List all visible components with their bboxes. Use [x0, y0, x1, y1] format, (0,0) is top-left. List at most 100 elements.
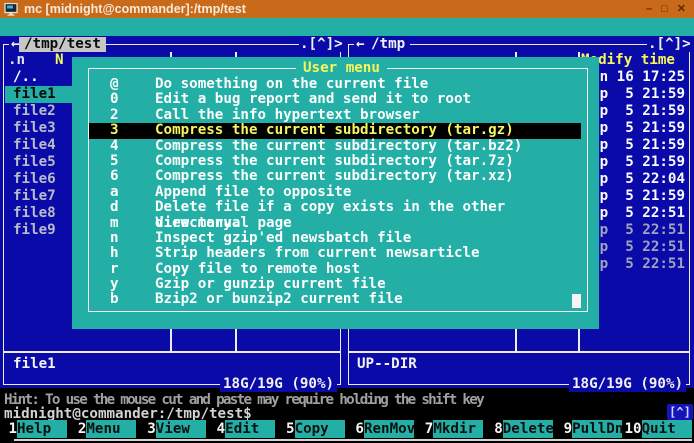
window-titlebar[interactable]: mc [midnight@commander]:/tmp/test – □ ✕	[0, 0, 694, 18]
user-menu-hotkey: 4	[110, 139, 155, 154]
left-panel-ministatus-separator	[4, 351, 340, 353]
user-menu-label: Compress the current subdirectory (tar.x…	[155, 169, 514, 184]
left-panel-ministatus: file1	[13, 356, 56, 372]
function-key-label: Delete	[503, 420, 553, 438]
terminal-icon	[4, 3, 18, 16]
function-key-number: 8	[486, 420, 503, 438]
user-menu-item[interactable]: h Strip headers from current newsarticle	[89, 246, 581, 261]
mtime-cell[interactable]: p 5 22:51	[599, 222, 685, 239]
function-key-label: Menu	[86, 420, 136, 438]
function-key-number: 9	[555, 420, 572, 438]
mtime-cell[interactable]: p 5 21:59	[599, 137, 685, 154]
function-key-label: RenMov	[364, 420, 414, 438]
function-key-label: PullDn	[572, 420, 622, 438]
user-menu-item[interactable]: d Delete file if a copy exists in the ot…	[89, 200, 581, 215]
user-menu-hotkey: y	[110, 277, 155, 292]
mtime-cell[interactable]: p 5 22:51	[599, 239, 685, 256]
mtime-cell[interactable]: p 5 22:51	[599, 205, 685, 222]
left-panel-sort-marker[interactable]: .n	[8, 52, 25, 68]
minimize-button[interactable]: –	[646, 1, 652, 17]
user-menu-hotkey: r	[110, 262, 155, 277]
mtime-cell[interactable]: p 5 21:59	[599, 86, 685, 103]
function-key-button[interactable]: 3 View	[139, 420, 208, 438]
user-menu-item[interactable]: 6 Compress the current subdirectory (tar…	[89, 169, 581, 184]
user-menu-label: Compress the current subdirectory (tar.7…	[155, 154, 514, 169]
user-menu-hotkey: 0	[110, 92, 155, 107]
function-key-number: 10	[625, 420, 642, 438]
user-menu-item[interactable]: 2 Call the info hypertext browser	[89, 108, 581, 123]
left-panel-name-header[interactable]: N	[55, 52, 64, 68]
window-title: mc [midnight@commander]:/tmp/test	[24, 2, 246, 16]
function-key-button[interactable]: 7 Mkdir	[416, 420, 485, 438]
function-key-number: 3	[139, 420, 156, 438]
function-key-button[interactable]: 5 Copy	[278, 420, 347, 438]
function-key-button[interactable]: 10 Quit	[625, 420, 694, 438]
user-menu-item[interactable]: 5 Compress the current subdirectory (tar…	[89, 154, 581, 169]
user-menu-label: Copy file to remote host	[155, 262, 360, 277]
right-panel-history-back-icon[interactable]: ←	[354, 37, 367, 52]
function-key-button[interactable]: 8 Delete	[486, 420, 555, 438]
function-key-number: 4	[208, 420, 225, 438]
close-button[interactable]: ✕	[677, 1, 686, 17]
user-menu-label: Bzip2 or bunzip2 current file	[155, 292, 403, 307]
function-key-button[interactable]: 6 RenMov	[347, 420, 416, 438]
user-menu-hotkey: b	[110, 292, 155, 307]
window-bottom-edge[interactable]	[14, 439, 692, 441]
user-menu-item[interactable]: @ Do something on the current file	[89, 77, 581, 92]
function-key-number: 7	[416, 420, 433, 438]
right-panel-path[interactable]: /tmp	[366, 37, 410, 52]
user-menu-list: @ Do something on the current file 0 Edi…	[89, 77, 581, 308]
mtime-cell[interactable]: p 5 21:59	[599, 154, 685, 171]
function-key-label: Mkdir	[433, 420, 483, 438]
right-panel-mtime-column: n 16 17:25p 5 21:59p 5 21:59p 5 21:59p 5…	[599, 69, 685, 273]
user-menu-item[interactable]: r Copy file to remote host	[89, 262, 581, 277]
user-menu-item[interactable]: 4 Compress the current subdirectory (tar…	[89, 139, 581, 154]
user-menu-label: Compress the current subdirectory (tar.b…	[155, 139, 522, 154]
user-menu-item[interactable]: m View manual page	[89, 216, 581, 231]
function-key-label: Help	[17, 420, 67, 438]
menu-bar	[0, 18, 694, 36]
user-menu-label: Call the info hypertext browser	[155, 108, 420, 123]
function-key-button[interactable]: 1 Help	[0, 420, 69, 438]
maximize-button[interactable]: □	[661, 1, 668, 17]
mtime-cell[interactable]: p 5 21:59	[599, 103, 685, 120]
dialog-title: User menu	[296, 60, 387, 76]
user-menu-hotkey: m	[110, 216, 155, 231]
user-menu-item[interactable]: y Gzip or gunzip current file	[89, 277, 581, 292]
user-menu-label: Do something on the current file	[155, 77, 428, 92]
user-menu-label: Gzip or gunzip current file	[155, 277, 386, 292]
user-menu-item[interactable]: b Bzip2 or bunzip2 current file	[89, 292, 581, 307]
function-key-button[interactable]: 2 Menu	[69, 420, 138, 438]
mtime-cell[interactable]: p 5 21:59	[599, 188, 685, 205]
function-key-number: 5	[278, 420, 295, 438]
mtime-cell[interactable]: p 5 21:59	[599, 120, 685, 137]
user-menu-item[interactable]: 0 Edit a bug report and send it to root	[89, 92, 581, 107]
user-menu-hotkey: d	[110, 200, 155, 215]
right-panel-free-space: 18G/19G (90%)	[569, 377, 686, 392]
function-key-number: 2	[69, 420, 86, 438]
mtime-cell[interactable]: p 5 22:04	[599, 171, 685, 188]
user-menu-label: View manual page	[155, 216, 292, 231]
left-panel-path[interactable]: /tmp/test	[19, 37, 106, 52]
user-menu-hotkey: 6	[110, 169, 155, 184]
history-up-button[interactable]: [^]	[667, 404, 693, 420]
function-key-number: 1	[0, 420, 17, 438]
left-panel-updir-button[interactable]: .[^]>	[299, 37, 344, 52]
user-menu-hotkey: 5	[110, 154, 155, 169]
function-key-label: Copy	[295, 420, 345, 438]
right-panel-ministatus: UP--DIR	[357, 356, 417, 372]
user-menu-item[interactable]: n Inspect gzip'ed newsbatch file	[89, 231, 581, 246]
function-key-bar: 1 Help 2 Menu 3 View 4 Edit 5 Copy 6 Ren…	[0, 420, 694, 438]
right-panel-updir-button[interactable]: .[^]>	[647, 37, 692, 52]
right-panel-ministatus-separator	[349, 351, 689, 353]
function-key-button[interactable]: 9 PullDn	[555, 420, 624, 438]
function-key-number: 6	[347, 420, 364, 438]
function-key-button[interactable]: 4 Edit	[208, 420, 277, 438]
user-menu-label: Inspect gzip'ed newsbatch file	[155, 231, 411, 246]
user-menu-label: Strip headers from current newsarticle	[155, 246, 480, 261]
mtime-cell[interactable]: n 16 17:25	[599, 69, 685, 86]
user-menu-hotkey: h	[110, 246, 155, 261]
user-menu-item[interactable]: 3 Compress the current subdirectory (tar…	[89, 123, 581, 138]
mtime-cell[interactable]: p 5 22:51	[599, 256, 685, 273]
user-menu-item[interactable]: a Append file to opposite	[89, 185, 581, 200]
